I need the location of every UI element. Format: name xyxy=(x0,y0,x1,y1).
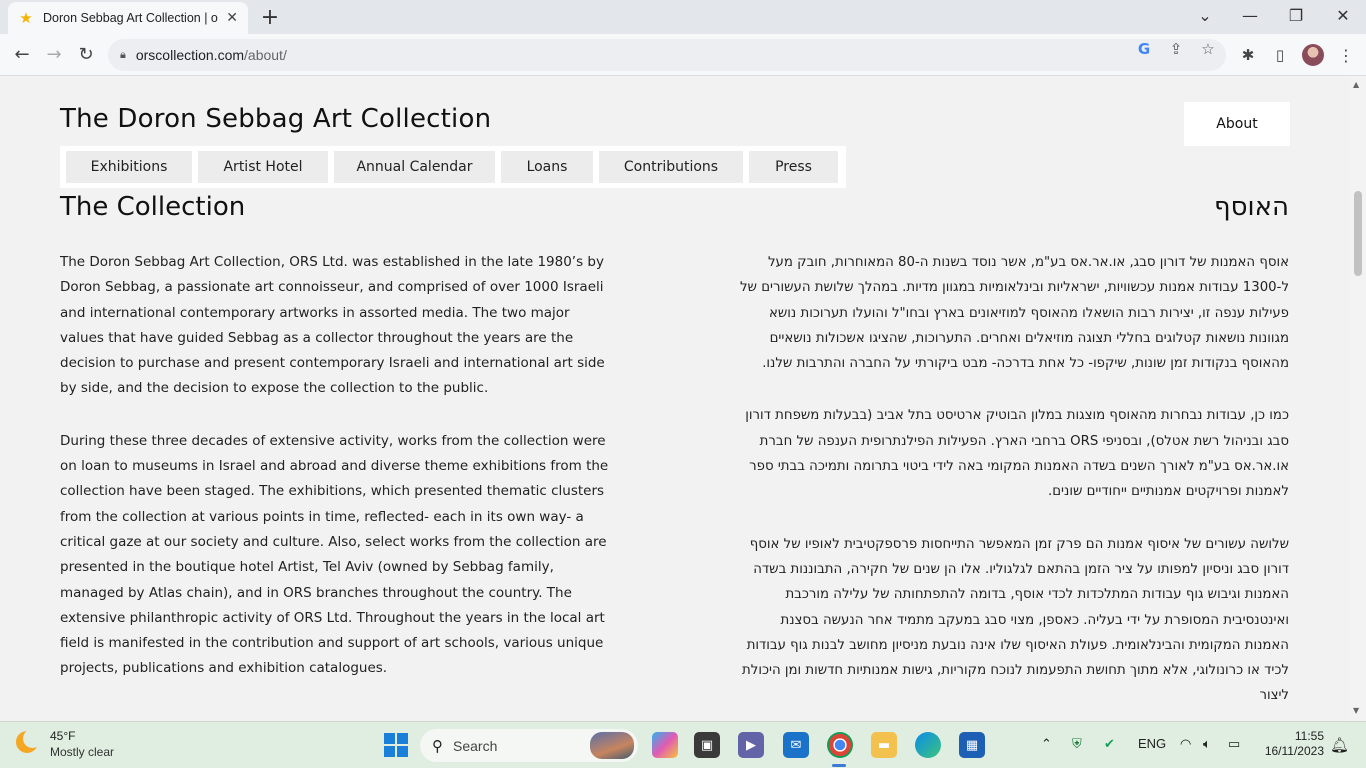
tab-title: Doron Sebbag Art Collection | o xyxy=(43,11,218,25)
show-hidden-icons-chevron-icon[interactable]: ⌃ xyxy=(1041,736,1052,752)
battery-icon[interactable]: ▭ xyxy=(1228,736,1240,752)
store-icon[interactable]: ▦ xyxy=(959,732,985,758)
menu-item-annual-calendar[interactable]: Annual Calendar xyxy=(334,151,495,183)
search-label: Search xyxy=(453,737,498,754)
volume-icon[interactable]: 🔈︎ xyxy=(1203,736,1211,752)
heading-hebrew: האוסף xyxy=(1214,192,1289,222)
menu-item-artist-hotel[interactable]: Artist Hotel xyxy=(198,151,328,183)
system-clock[interactable]: 11:55 16/11/2023 xyxy=(1254,729,1324,759)
english-column: The Doron Sebbag Art Collection, ORS Ltd… xyxy=(60,250,612,709)
browser-tab[interactable]: ★ Doron Sebbag Art Collection | o ✕ xyxy=(8,2,248,34)
nav-about[interactable]: About xyxy=(1184,102,1290,146)
chrome-icon[interactable] xyxy=(827,732,853,758)
menu-item-contributions[interactable]: Contributions xyxy=(599,151,743,183)
menu-item-loans[interactable]: Loans xyxy=(501,151,593,183)
edge-icon[interactable] xyxy=(915,732,941,758)
defender-shield-icon[interactable]: ✔ xyxy=(1104,736,1115,752)
page-scrollbar[interactable]: ▲ ▼ xyxy=(1350,76,1366,721)
windows-taskbar: 45°F Mostly clear ⚲ Search ▣ ▶ ✉ ▬ ▦ ⌃ ⛨… xyxy=(0,721,1366,768)
hebrew-paragraph: כמו כן, עבודות נבחרות מהאוסף מוצגות במלו… xyxy=(745,408,1289,500)
extensions-icon[interactable]: ✱ xyxy=(1238,46,1258,64)
active-app-indicator xyxy=(832,764,846,767)
heading-english: The Collection xyxy=(60,192,246,222)
security-shield-icon[interactable]: ⛨ xyxy=(1072,736,1082,752)
side-panel-icon[interactable]: ▯ xyxy=(1270,46,1290,64)
english-paragraph: During these three decades of extensive … xyxy=(60,432,609,677)
task-view-icon[interactable]: ▣ xyxy=(694,732,720,758)
hebrew-column: אוסף האמנות של דורון סבג, או.אר.אס בע"מ,… xyxy=(734,250,1289,721)
clock-date: 16/11/2023 xyxy=(1264,744,1324,758)
reload-icon[interactable]: ↻ xyxy=(75,44,97,66)
bookmark-star-icon[interactable]: ☆ xyxy=(1198,40,1218,58)
mail-icon[interactable]: ✉ xyxy=(783,732,809,758)
taskbar-search[interactable]: ⚲ Search xyxy=(420,729,638,762)
notification-bell-icon[interactable]: 🔔︎ xyxy=(1330,736,1349,754)
scroll-up-icon[interactable]: ▲ xyxy=(1353,80,1359,89)
weather-condition[interactable]: Mostly clear xyxy=(50,745,114,759)
close-tab-icon[interactable]: ✕ xyxy=(226,10,238,26)
teams-icon[interactable]: ▶ xyxy=(738,732,764,758)
file-explorer-icon[interactable]: ▬ xyxy=(871,732,897,758)
weather-moon-icon[interactable] xyxy=(16,729,42,757)
share-icon[interactable]: ⇪ xyxy=(1166,40,1186,58)
weather-temperature[interactable]: 45°F xyxy=(50,729,75,743)
wifi-icon[interactable]: ◠ xyxy=(1180,736,1191,752)
hebrew-paragraph: שלושה עשורים של איסוף אמנות הם פרק זמן ה… xyxy=(742,536,1289,704)
tab-search-icon[interactable]: ⌄ xyxy=(1195,6,1215,25)
new-tab-button[interactable]: + xyxy=(260,5,280,30)
main-menu: Exhibitions Artist Hotel Annual Calendar… xyxy=(60,146,846,188)
minimize-icon[interactable]: — xyxy=(1240,6,1260,25)
copilot-icon[interactable] xyxy=(652,732,678,758)
forward-icon[interactable]: → xyxy=(43,44,65,66)
address-bar[interactable]: 🔒︎ orscollection.com/about/ xyxy=(108,39,1226,71)
clock-time: 11:55 xyxy=(1294,729,1324,743)
browser-tab-bar: ★ Doron Sebbag Art Collection | o ✕ + ⌄ … xyxy=(0,0,1366,34)
back-icon[interactable]: ← xyxy=(11,44,33,66)
browser-toolbar: ← → ↻ 🔒︎ orscollection.com/about/ G ⇪ ☆ … xyxy=(0,34,1366,76)
favicon-star-icon: ★ xyxy=(19,9,33,27)
url-text[interactable]: orscollection.com/about/ xyxy=(136,47,287,63)
english-paragraph: The Doron Sebbag Art Collection, ORS Ltd… xyxy=(60,254,605,397)
start-windows-icon[interactable] xyxy=(384,733,408,757)
restore-icon[interactable]: ❐ xyxy=(1286,6,1306,25)
close-window-icon[interactable]: ✕ xyxy=(1333,6,1353,25)
web-page: The Doron Sebbag Art Collection About Ex… xyxy=(0,76,1366,721)
profile-avatar[interactable] xyxy=(1302,44,1324,66)
search-highlight-image xyxy=(590,732,634,759)
search-icon: ⚲ xyxy=(432,736,443,755)
scroll-down-icon[interactable]: ▼ xyxy=(1353,706,1359,715)
menu-kebab-icon[interactable]: ⋮ xyxy=(1338,46,1354,65)
language-indicator[interactable]: ENG xyxy=(1138,736,1166,751)
lock-icon[interactable]: 🔒︎ xyxy=(120,48,126,62)
menu-item-press[interactable]: Press xyxy=(749,151,838,183)
scrollbar-thumb[interactable] xyxy=(1354,191,1362,276)
menu-item-exhibitions[interactable]: Exhibitions xyxy=(66,151,192,183)
google-icon[interactable]: G xyxy=(1134,40,1154,58)
site-title[interactable]: The Doron Sebbag Art Collection xyxy=(60,104,491,134)
hebrew-paragraph: אוסף האמנות של דורון סבג, או.אר.אס בע"מ,… xyxy=(740,255,1289,372)
